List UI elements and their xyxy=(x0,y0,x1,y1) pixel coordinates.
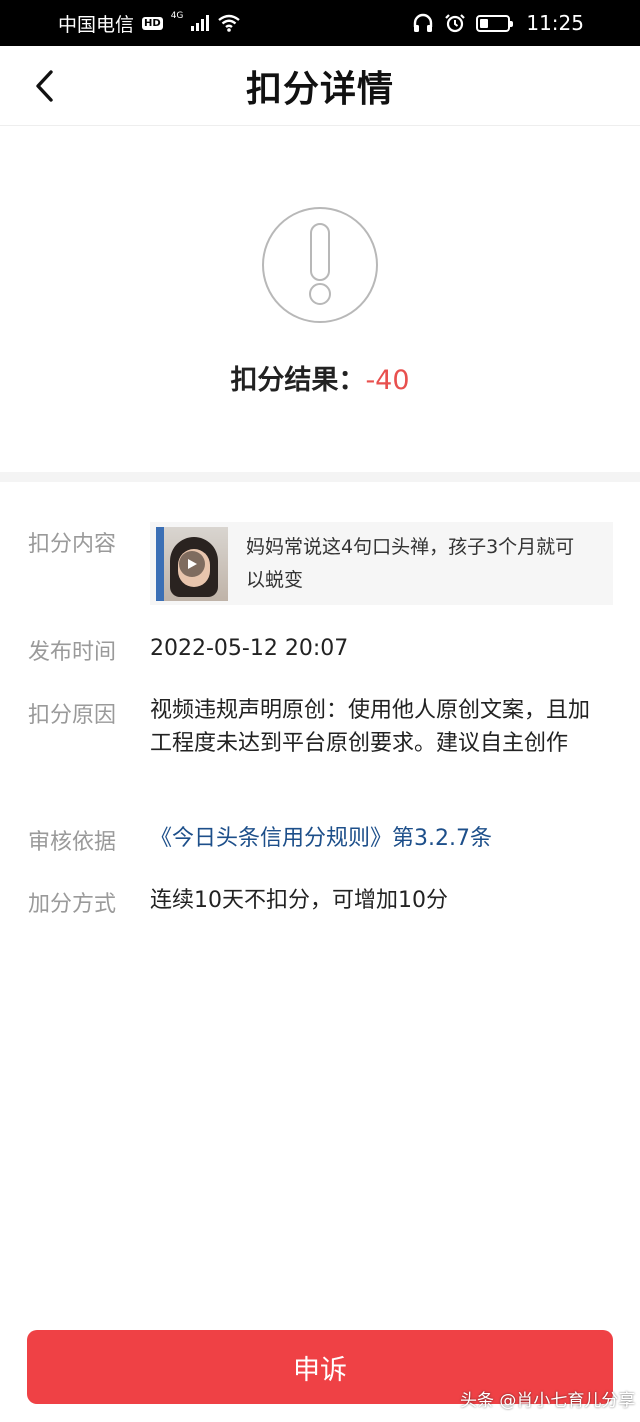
nav-bar: 扣分详情 xyxy=(0,46,640,126)
exclamation-circle-icon xyxy=(262,207,378,323)
battery-level xyxy=(480,18,488,28)
carrier-name: 中国电信 xyxy=(58,13,135,36)
bonus-value: 连续10天不扣分，可增加10分 xyxy=(150,888,448,913)
result-section: 扣分结果：-40 xyxy=(0,126,640,472)
basis-label: 审核依据 xyxy=(28,830,117,855)
publish-time-value: 2022-05-12 20:07 xyxy=(150,636,349,661)
bonus-label: 加分方式 xyxy=(28,892,117,917)
hd-icon: HD xyxy=(142,16,163,30)
back-button[interactable] xyxy=(22,64,66,108)
status-right: 11:25 xyxy=(412,11,584,35)
chevron-left-icon xyxy=(36,70,53,102)
publish-time-label: 发布时间 xyxy=(28,640,117,665)
headphones-icon xyxy=(414,13,433,32)
reason-label: 扣分原因 xyxy=(28,703,117,728)
content-card[interactable]: 妈妈常说这4句口头禅，孩子3个月就可以蜕变 xyxy=(150,522,613,605)
result-line: 扣分结果：-40 xyxy=(0,358,640,397)
watermark: 头条 @肖小七育儿分享 xyxy=(460,1391,636,1411)
content-title: 妈妈常说这4句口头禅，孩子3个月就可以蜕变 xyxy=(246,535,575,591)
rule-link[interactable]: 《今日头条信用分规则》第3.2.7条 xyxy=(150,822,610,855)
alarm-icon xyxy=(445,14,466,33)
reason-value: 视频违规声明原创：使用他人原创文案，且加工程度未达到平台原创要求。建议自主创作 xyxy=(150,698,591,756)
signal-icon xyxy=(191,15,210,31)
page-title: 扣分详情 xyxy=(245,68,394,110)
network-type: 4G xyxy=(170,11,184,21)
wifi-icon xyxy=(218,14,241,32)
result-value: -40 xyxy=(365,365,410,396)
result-label: 扣分结果： xyxy=(230,365,366,396)
section-divider xyxy=(0,472,640,482)
battery-icon xyxy=(476,14,514,32)
video-play-icon xyxy=(179,550,205,577)
clock: 11:25 xyxy=(526,11,584,35)
content-label: 扣分内容 xyxy=(28,532,117,557)
status-bar: 中国电信 HD 4G 11:25 xyxy=(0,0,640,46)
status-left: 中国电信 HD 4G xyxy=(58,10,241,37)
deduction-detail-page: 中国电信 HD 4G 11:25 扣分详情 扣分结果：-40 扣分内容 妈妈常说… xyxy=(0,0,640,1422)
video-thumbnail xyxy=(156,526,228,601)
